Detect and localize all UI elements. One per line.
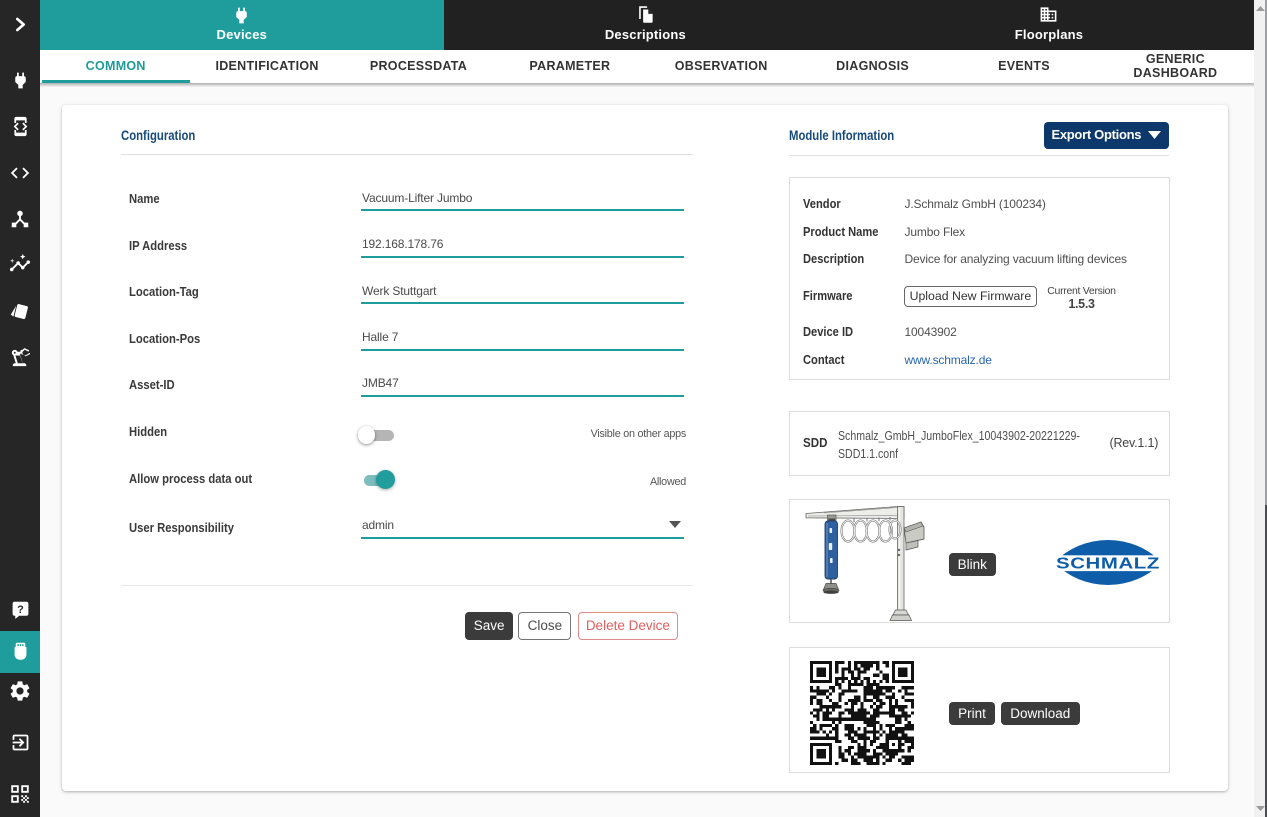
svg-text:?: ? (17, 604, 24, 616)
svg-text:SCHMALZ: SCHMALZ (1056, 554, 1160, 572)
